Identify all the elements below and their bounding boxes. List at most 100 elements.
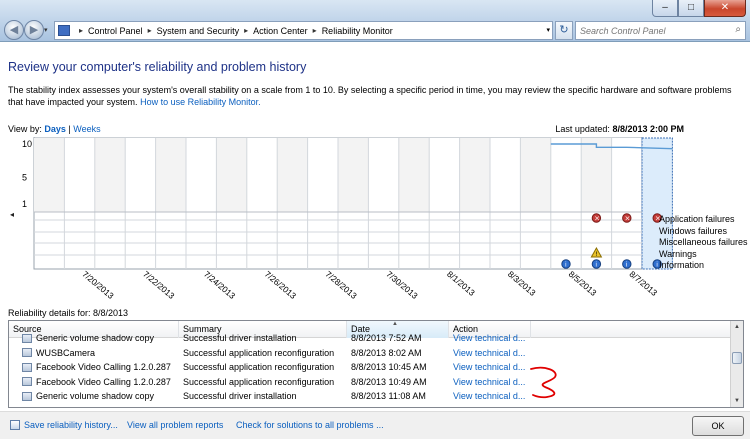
vertical-scrollbar[interactable]: ▲ ▼ bbox=[730, 321, 743, 407]
ok-button[interactable]: OK bbox=[692, 416, 744, 436]
chevron-right-icon[interactable]: ▸ bbox=[79, 26, 83, 35]
chart-column-band bbox=[398, 138, 430, 212]
chart-column-band bbox=[277, 138, 308, 212]
search-icon[interactable]: ⌕ bbox=[735, 24, 741, 35]
row-date: 8/8/2013 7:52 AM bbox=[351, 333, 422, 343]
details-table[interactable]: Source Summary ▲ Date Action Generic volu… bbox=[8, 320, 744, 408]
chevron-right-icon[interactable]: ▸ bbox=[313, 26, 317, 35]
x-tick-label: 7/20/2013 bbox=[80, 269, 116, 301]
save-history-label: Save reliability history... bbox=[24, 420, 118, 430]
page-description: The stability index assesses your system… bbox=[8, 84, 743, 108]
info-row-icon bbox=[22, 377, 32, 387]
refresh-icon: ↻ bbox=[559, 24, 569, 36]
breadcrumb-control-panel[interactable]: Control Panel bbox=[88, 26, 143, 36]
view-by: View by: Days | Weeks bbox=[8, 124, 101, 134]
view-all-reports-link[interactable]: View all problem reports bbox=[127, 420, 223, 430]
scroll-down-icon[interactable]: ▼ bbox=[731, 395, 743, 407]
x-tick-label: 8/7/2013 bbox=[628, 269, 660, 298]
x-tick-label: 7/28/2013 bbox=[324, 269, 360, 301]
address-bar[interactable]: ▸ Control Panel ▸ System and Security ▸ … bbox=[54, 21, 553, 40]
forward-button[interactable]: ▶ bbox=[24, 20, 44, 40]
last-updated-label: Last updated: bbox=[555, 124, 610, 134]
red-annotation-scribble bbox=[530, 366, 557, 399]
x-tick-label: 8/3/2013 bbox=[506, 269, 538, 298]
row-summary: Successful application reconfiguration bbox=[183, 347, 335, 358]
view-technical-details-link[interactable]: View technical d... bbox=[449, 360, 531, 375]
row-date: 8/8/2013 10:45 AM bbox=[351, 362, 427, 372]
breadcrumb-reliability-monitor[interactable]: Reliability Monitor bbox=[322, 26, 393, 36]
description-text: The stability index assesses your system… bbox=[8, 85, 732, 107]
chart-column-band bbox=[520, 138, 551, 212]
refresh-button[interactable]: ↻ bbox=[555, 21, 573, 40]
breadcrumb-system-and-security[interactable]: System and Security bbox=[157, 26, 240, 36]
search-box[interactable]: ⌕ bbox=[575, 21, 746, 40]
row-date: 8/8/2013 11:08 AM bbox=[351, 391, 426, 401]
chart-column-band bbox=[94, 138, 126, 212]
page-title: Review your computer's reliability and p… bbox=[8, 60, 307, 74]
row-summary: Successful driver installation bbox=[183, 333, 297, 343]
chart-column-band bbox=[459, 138, 490, 212]
table-row[interactable]: Generic volume shadow copy Successful dr… bbox=[9, 331, 731, 346]
table-row[interactable]: Facebook Video Calling 1.2.0.287 Success… bbox=[9, 360, 731, 375]
view-by-label: View by: bbox=[8, 124, 42, 134]
back-button[interactable]: ◀ bbox=[4, 20, 24, 40]
row-source: Generic volume shadow copy bbox=[36, 391, 155, 401]
forward-arrow-icon: ▶ bbox=[29, 24, 39, 36]
view-technical-details-link[interactable]: View technical d... bbox=[449, 331, 531, 346]
chart-column-band bbox=[338, 138, 369, 212]
details-title: Reliability details for: 8/8/2013 bbox=[8, 308, 129, 318]
last-updated-value: 8/8/2013 2:00 PM bbox=[612, 124, 684, 134]
back-arrow-icon: ◀ bbox=[9, 24, 19, 36]
view-technical-details-link[interactable]: View technical d... bbox=[449, 346, 531, 361]
table-row[interactable]: WUSBCamera Successful application reconf… bbox=[9, 346, 731, 361]
y-tick-label: 5 bbox=[22, 172, 27, 182]
chart-column-band bbox=[155, 138, 186, 212]
reliability-chart[interactable]: ◂ 10 5 1 × × ×! i i i i 7/20/2013 7/22/2013 7/24/201… bbox=[8, 137, 750, 303]
chevron-right-icon[interactable]: ▸ bbox=[148, 26, 152, 35]
view-separator: | bbox=[68, 124, 71, 134]
row-label-information: Information bbox=[659, 260, 705, 270]
row-label-misc-failures: Miscellaneous failures bbox=[659, 237, 748, 247]
address-dropdown[interactable]: ▾ bbox=[546, 26, 550, 34]
save-history-link[interactable]: Save reliability history... bbox=[10, 420, 118, 430]
row-summary: Successful application reconfiguration bbox=[183, 362, 335, 372]
save-icon bbox=[10, 420, 20, 430]
row-date: 8/8/2013 10:49 AM bbox=[351, 376, 427, 387]
row-label-application-failures: Application failures bbox=[659, 214, 735, 224]
title-bar: – □ ✕ ◀ ▶ ▾ ▸ Control Panel ▸ System and… bbox=[0, 0, 750, 42]
info-row-icon bbox=[22, 362, 32, 372]
y-tick-label: 10 bbox=[22, 139, 32, 149]
info-row-icon bbox=[22, 333, 32, 343]
row-summary: Successful driver installation bbox=[183, 391, 297, 401]
row-source: WUSBCamera bbox=[36, 347, 96, 358]
breadcrumb-action-center[interactable]: Action Center bbox=[253, 26, 308, 36]
table-row[interactable]: Facebook Video Calling 1.2.0.287 Success… bbox=[9, 375, 731, 390]
help-link[interactable]: How to use Reliability Monitor. bbox=[140, 97, 261, 107]
scroll-up-icon[interactable]: ▲ bbox=[731, 321, 743, 333]
close-button[interactable]: ✕ bbox=[704, 0, 746, 17]
check-solutions-link[interactable]: Check for solutions to all problems ... bbox=[236, 420, 384, 430]
x-tick-label: 7/22/2013 bbox=[141, 269, 177, 301]
x-tick-label: 8/5/2013 bbox=[567, 269, 599, 298]
recent-pages-dropdown[interactable]: ▾ bbox=[44, 26, 48, 34]
stability-chart-svg[interactable]: 1051× × ×!i i i i7/20/2013 7/22/2013 7/24/2013 7… bbox=[8, 137, 750, 303]
window-controls: – □ ✕ bbox=[652, 0, 746, 17]
row-date: 8/8/2013 8:02 AM bbox=[351, 347, 422, 358]
row-summary: Successful application reconfiguration bbox=[183, 376, 335, 387]
search-input[interactable] bbox=[576, 22, 726, 39]
minimize-button[interactable]: – bbox=[652, 0, 678, 17]
chart-column-band bbox=[216, 138, 247, 212]
row-label-warnings: Warnings bbox=[659, 249, 697, 259]
view-weeks-link[interactable]: Weeks bbox=[73, 124, 100, 134]
x-tick-label: 8/1/2013 bbox=[445, 269, 477, 298]
x-tick-label: 7/26/2013 bbox=[263, 269, 299, 301]
maximize-button[interactable]: □ bbox=[678, 0, 704, 17]
scroll-thumb[interactable] bbox=[732, 352, 742, 364]
last-updated: Last updated: 8/8/2013 2:00 PM bbox=[555, 124, 684, 134]
view-technical-details-link[interactable]: View technical d... bbox=[449, 389, 531, 404]
view-technical-details-link[interactable]: View technical d... bbox=[449, 375, 531, 390]
view-days-link[interactable]: Days bbox=[44, 124, 66, 134]
warning-icon-mark: ! bbox=[595, 251, 597, 258]
chevron-right-icon[interactable]: ▸ bbox=[244, 26, 248, 35]
table-row[interactable]: Generic volume shadow copy Successful dr… bbox=[9, 389, 731, 404]
